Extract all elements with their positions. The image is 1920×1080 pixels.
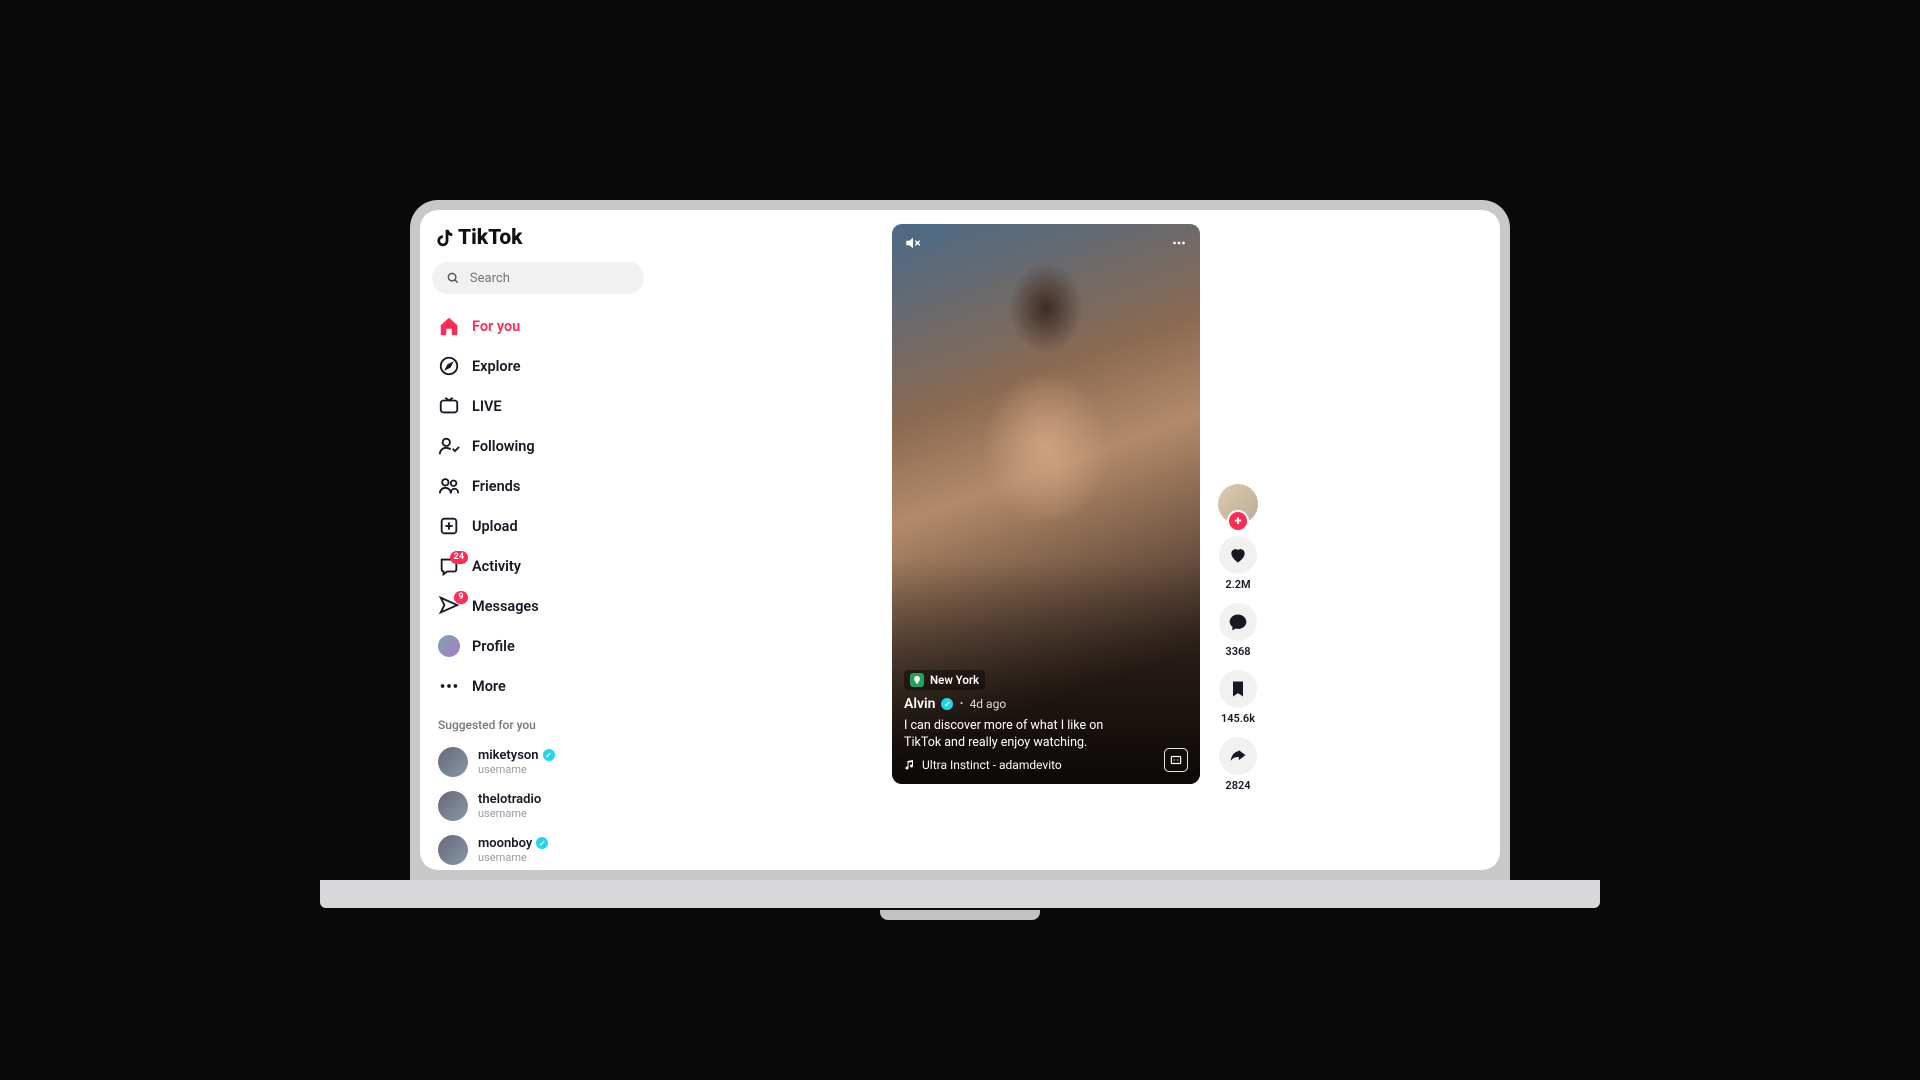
share-count: 2824 <box>1225 779 1250 792</box>
nav-label: Profile <box>472 638 515 655</box>
time-ago: 4d ago <box>970 697 1007 711</box>
sidebar-item-messages[interactable]: 9 Messages <box>432 588 644 624</box>
author-avatar[interactable]: + <box>1218 484 1258 524</box>
nav-label: Friends <box>472 478 520 495</box>
music-note-icon <box>904 759 916 771</box>
caption-toggle-button[interactable] <box>1164 748 1188 772</box>
video-card[interactable]: New York Alvin · 4d ago I can discover m… <box>892 224 1200 784</box>
suggested-account[interactable]: miketyson username <box>432 742 644 782</box>
video-caption: I can discover more of what I like on Ti… <box>904 718 1124 752</box>
sidebar-item-friends[interactable]: Friends <box>432 468 644 504</box>
captions-icon <box>1169 753 1183 767</box>
suggested-username: username <box>478 807 541 820</box>
sidebar-item-profile[interactable]: Profile <box>432 628 644 664</box>
video-more-button[interactable] <box>1170 234 1188 256</box>
sidebar-item-explore[interactable]: Explore <box>432 348 644 384</box>
share-icon <box>1228 746 1248 766</box>
music-text: Ultra Instinct - adamdevito <box>922 758 1062 772</box>
author-name[interactable]: Alvin <box>904 696 935 712</box>
laptop-base <box>320 880 1600 908</box>
search-bar[interactable] <box>432 262 644 294</box>
time-separator: · <box>959 696 963 712</box>
nav-label: LIVE <box>472 398 502 415</box>
suggested-account[interactable]: moonboy username <box>432 830 644 870</box>
suggested-account[interactable]: thelotradio username <box>432 786 644 826</box>
nav-label: For you <box>472 318 520 335</box>
verified-badge-icon <box>543 749 555 761</box>
location-badge[interactable]: New York <box>904 670 985 690</box>
activity-badge: 24 <box>450 551 468 564</box>
save-button[interactable]: 145.6k <box>1219 670 1257 725</box>
sidebar-item-activity[interactable]: 24 Activity <box>432 548 644 584</box>
compass-icon <box>438 355 460 377</box>
suggested-header: Suggested for you <box>432 708 644 738</box>
comment-icon <box>1228 612 1248 632</box>
more-icon <box>438 675 460 697</box>
volume-muted-icon <box>904 234 922 252</box>
suggested-name: moonboy <box>478 836 532 852</box>
share-button[interactable]: 2824 <box>1219 737 1257 792</box>
like-count: 2.2M <box>1225 578 1250 591</box>
more-icon <box>1170 234 1188 252</box>
laptop-notch <box>880 910 1040 920</box>
location-text: New York <box>930 673 979 687</box>
feed: New York Alvin · 4d ago I can discover m… <box>650 210 1500 870</box>
search-input[interactable] <box>470 271 630 286</box>
heart-icon <box>1228 545 1248 565</box>
follow-button[interactable]: + <box>1227 510 1249 532</box>
save-count: 145.6k <box>1221 712 1255 725</box>
brand-logo[interactable]: TikTok <box>432 222 644 258</box>
sidebar: TikTok For you Explore LIVE Following <box>420 210 650 870</box>
nav-label: Following <box>472 438 535 455</box>
nav-label: Upload <box>472 518 518 535</box>
nav-label: Messages <box>472 598 539 615</box>
verified-badge-icon <box>536 837 548 849</box>
upload-icon <box>438 515 460 537</box>
search-icon <box>446 270 460 286</box>
comment-count: 3368 <box>1225 645 1250 658</box>
mute-button[interactable] <box>904 234 922 256</box>
sidebar-item-following[interactable]: Following <box>432 428 644 464</box>
action-rail: + 2.2M 3368 145.6k 2824 <box>1218 484 1258 792</box>
suggested-username: username <box>478 851 548 864</box>
avatar <box>438 635 460 657</box>
nav-label: Explore <box>472 358 521 375</box>
home-icon <box>438 315 460 337</box>
friends-icon <box>438 475 460 497</box>
sidebar-item-more[interactable]: More <box>432 668 644 704</box>
avatar <box>438 747 468 777</box>
laptop-frame: TikTok For you Explore LIVE Following <box>410 200 1510 880</box>
nav-label: More <box>472 678 506 695</box>
music-row[interactable]: Ultra Instinct - adamdevito <box>904 758 1188 772</box>
brand-text: TikTok <box>458 226 523 250</box>
verified-badge-icon <box>941 698 953 710</box>
user-check-icon <box>438 435 460 457</box>
avatar <box>438 791 468 821</box>
sidebar-item-live[interactable]: LIVE <box>432 388 644 424</box>
avatar <box>438 835 468 865</box>
nav-label: Activity <box>472 558 521 575</box>
bookmark-icon <box>1228 679 1248 699</box>
sidebar-item-foryou[interactable]: For you <box>432 308 644 344</box>
tiktok-icon <box>434 227 456 249</box>
live-icon <box>438 395 460 417</box>
suggested-name: miketyson <box>478 748 539 764</box>
like-button[interactable]: 2.2M <box>1219 536 1257 591</box>
app-screen: TikTok For you Explore LIVE Following <box>420 210 1500 870</box>
messages-badge: 9 <box>454 591 468 604</box>
comment-button[interactable]: 3368 <box>1219 603 1257 658</box>
suggested-name: thelotradio <box>478 792 541 808</box>
sidebar-item-upload[interactable]: Upload <box>432 508 644 544</box>
suggested-username: username <box>478 763 555 776</box>
location-icon <box>910 673 924 687</box>
